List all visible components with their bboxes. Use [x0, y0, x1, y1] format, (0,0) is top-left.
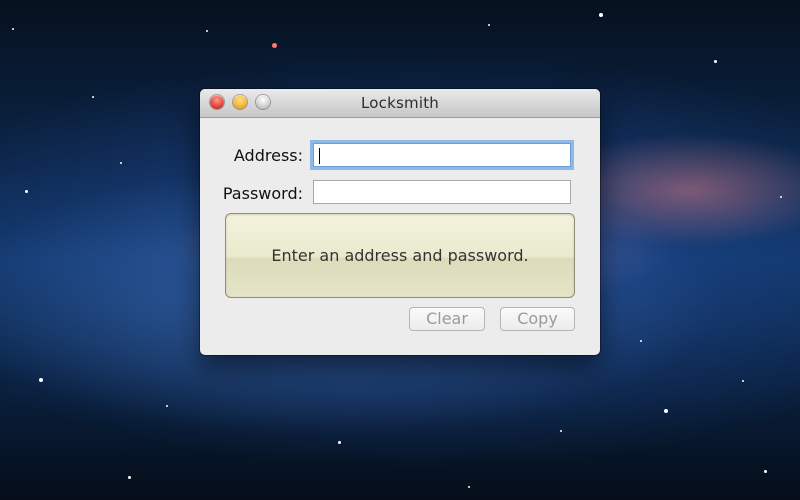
star	[25, 190, 28, 193]
star	[488, 24, 490, 26]
star	[640, 340, 642, 342]
address-field[interactable]	[313, 143, 571, 167]
star	[664, 409, 668, 413]
status-message-text: Enter an address and password.	[271, 246, 529, 265]
star	[599, 13, 603, 17]
copy-button[interactable]: Copy	[500, 307, 575, 331]
star	[338, 441, 341, 444]
star	[39, 378, 43, 382]
star	[92, 96, 94, 98]
star	[764, 470, 767, 473]
locksmith-window: Locksmith Address: Password: Enter an ad…	[200, 89, 600, 355]
clear-button[interactable]: Clear	[409, 307, 485, 331]
text-cursor	[319, 148, 320, 164]
star	[560, 430, 562, 432]
star	[468, 486, 470, 488]
star	[166, 405, 168, 407]
star	[128, 476, 131, 479]
password-label: Password:	[222, 184, 303, 203]
window-titlebar[interactable]: Locksmith	[200, 89, 600, 118]
password-field[interactable]	[313, 180, 571, 204]
star	[206, 30, 208, 32]
star	[742, 380, 744, 382]
star	[714, 60, 717, 63]
star	[780, 196, 782, 198]
window-title: Locksmith	[361, 94, 439, 112]
star	[272, 43, 277, 48]
status-message-box: Enter an address and password.	[225, 213, 575, 298]
star	[12, 28, 14, 30]
star	[120, 162, 122, 164]
address-label: Address:	[233, 146, 303, 165]
